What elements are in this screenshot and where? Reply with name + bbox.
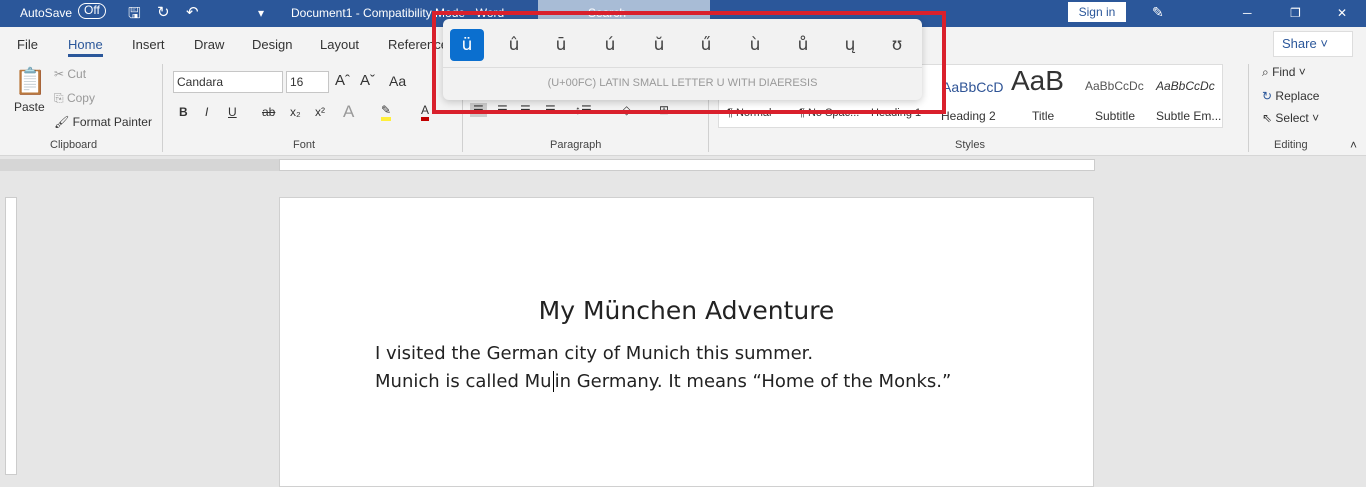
style-title[interactable]: Title xyxy=(1032,109,1054,123)
tab-home[interactable]: Home xyxy=(68,37,103,57)
style-preview: AaB xyxy=(1011,65,1064,96)
find-label: Find xyxy=(1272,65,1296,79)
save-icon[interactable]: 🖫 xyxy=(128,3,141,28)
tab-file[interactable]: File xyxy=(17,37,38,52)
ruler-margin xyxy=(0,159,279,171)
style-subtle-emphasis[interactable]: Subtle Em... xyxy=(1156,109,1221,123)
clipboard-icon: 📋 xyxy=(14,66,47,96)
pen-icon[interactable]: ✎ xyxy=(1152,4,1164,21)
undo-icon[interactable]: ↶ xyxy=(186,3,199,21)
vertical-ruler[interactable] xyxy=(5,197,17,475)
document-page[interactable]: My München Adventure I visited the Germa… xyxy=(279,197,1094,487)
find-button[interactable]: ⌕ Find ˅ xyxy=(1262,65,1306,80)
change-case-button[interactable]: Aa xyxy=(389,73,406,89)
replace-label: Replace xyxy=(1275,89,1320,103)
style-preview: AaBbCcDc xyxy=(1156,79,1215,93)
cut-button[interactable]: ✂ Cut xyxy=(54,67,86,81)
style-subtitle[interactable]: Subtitle xyxy=(1095,109,1135,123)
underline-button[interactable]: U xyxy=(228,105,237,119)
paragraph-line: I visited the German city of Munich this… xyxy=(375,343,814,364)
editing-group-label: Editing xyxy=(1274,139,1308,151)
tab-layout[interactable]: Layout xyxy=(320,37,359,52)
copy-label: Copy xyxy=(66,91,95,105)
text-after-cursor: in Germany. It means “Home of the Monks.… xyxy=(554,371,952,392)
replace-icon: ↻ xyxy=(1262,89,1273,103)
collapse-ribbon-icon[interactable]: ˄ xyxy=(1350,138,1357,152)
replace-button[interactable]: ↻ Replace xyxy=(1262,89,1319,103)
text-cursor xyxy=(552,371,554,392)
format-painter-button[interactable]: 🖌 Format Painter xyxy=(54,115,152,129)
format-painter-label: Format Painter xyxy=(72,115,152,129)
highlight-annotation-box xyxy=(432,11,946,114)
close-icon[interactable]: ✕ xyxy=(1337,6,1347,20)
tab-draw[interactable]: Draw xyxy=(194,37,224,52)
text-effects-icon[interactable]: A xyxy=(343,102,354,122)
cut-label: Cut xyxy=(67,67,87,81)
superscript-button[interactable]: x² xyxy=(315,105,325,119)
tab-insert[interactable]: Insert xyxy=(132,37,165,52)
style-preview: AaBbCcD xyxy=(942,79,1004,95)
clipboard-group-label: Clipboard xyxy=(50,139,98,151)
horizontal-ruler[interactable] xyxy=(279,159,1095,171)
styles-group-label: Styles xyxy=(955,139,985,151)
document-heading: My München Adventure xyxy=(538,296,835,325)
copy-button[interactable]: ⎘ Copy xyxy=(54,91,95,106)
font-name-select[interactable]: Candara xyxy=(173,71,283,93)
grow-font-icon[interactable]: Aˆ xyxy=(335,72,350,89)
autosave-toggle[interactable]: Off xyxy=(78,3,106,19)
share-button[interactable]: Share ˅ xyxy=(1273,31,1353,57)
share-label: Share xyxy=(1282,36,1317,51)
font-group-label: Font xyxy=(293,139,316,151)
restore-icon[interactable]: ❐ xyxy=(1290,6,1301,20)
subscript-button[interactable]: x₂ xyxy=(290,105,301,119)
font-color-icon[interactable]: A xyxy=(421,103,430,121)
highlight-icon[interactable]: ✎ xyxy=(381,103,392,121)
paste-button[interactable]: Paste xyxy=(14,100,45,114)
style-preview: AaBbCcDc xyxy=(1085,79,1144,93)
italic-button[interactable]: I xyxy=(205,105,208,119)
strikethrough-button[interactable]: ab xyxy=(262,105,275,119)
style-heading-2[interactable]: Heading 2 xyxy=(941,109,996,123)
minimize-icon[interactable]: ─ xyxy=(1243,6,1252,20)
font-size-select[interactable]: 16 xyxy=(286,71,329,93)
shrink-font-icon[interactable]: Aˇ xyxy=(360,72,375,89)
paragraph-line: Munich is called Mu in Germany. It means … xyxy=(375,371,951,392)
autosave-label: AutoSave xyxy=(20,6,73,20)
paragraph-group-label: Paragraph xyxy=(550,139,602,151)
redo-icon[interactable]: ↻ xyxy=(157,3,170,21)
select-button[interactable]: ⇖ Select ˅ xyxy=(1262,111,1319,125)
select-label: Select xyxy=(1275,111,1309,125)
bold-button[interactable]: B xyxy=(179,105,188,119)
tab-design[interactable]: Design xyxy=(252,37,292,52)
text-before-cursor: Munich is called Mu xyxy=(375,371,552,392)
scissors-icon: ✂ xyxy=(54,67,68,81)
customize-qat-icon[interactable]: ▾ xyxy=(258,6,264,20)
sign-in-button[interactable]: Sign in xyxy=(1068,2,1126,22)
